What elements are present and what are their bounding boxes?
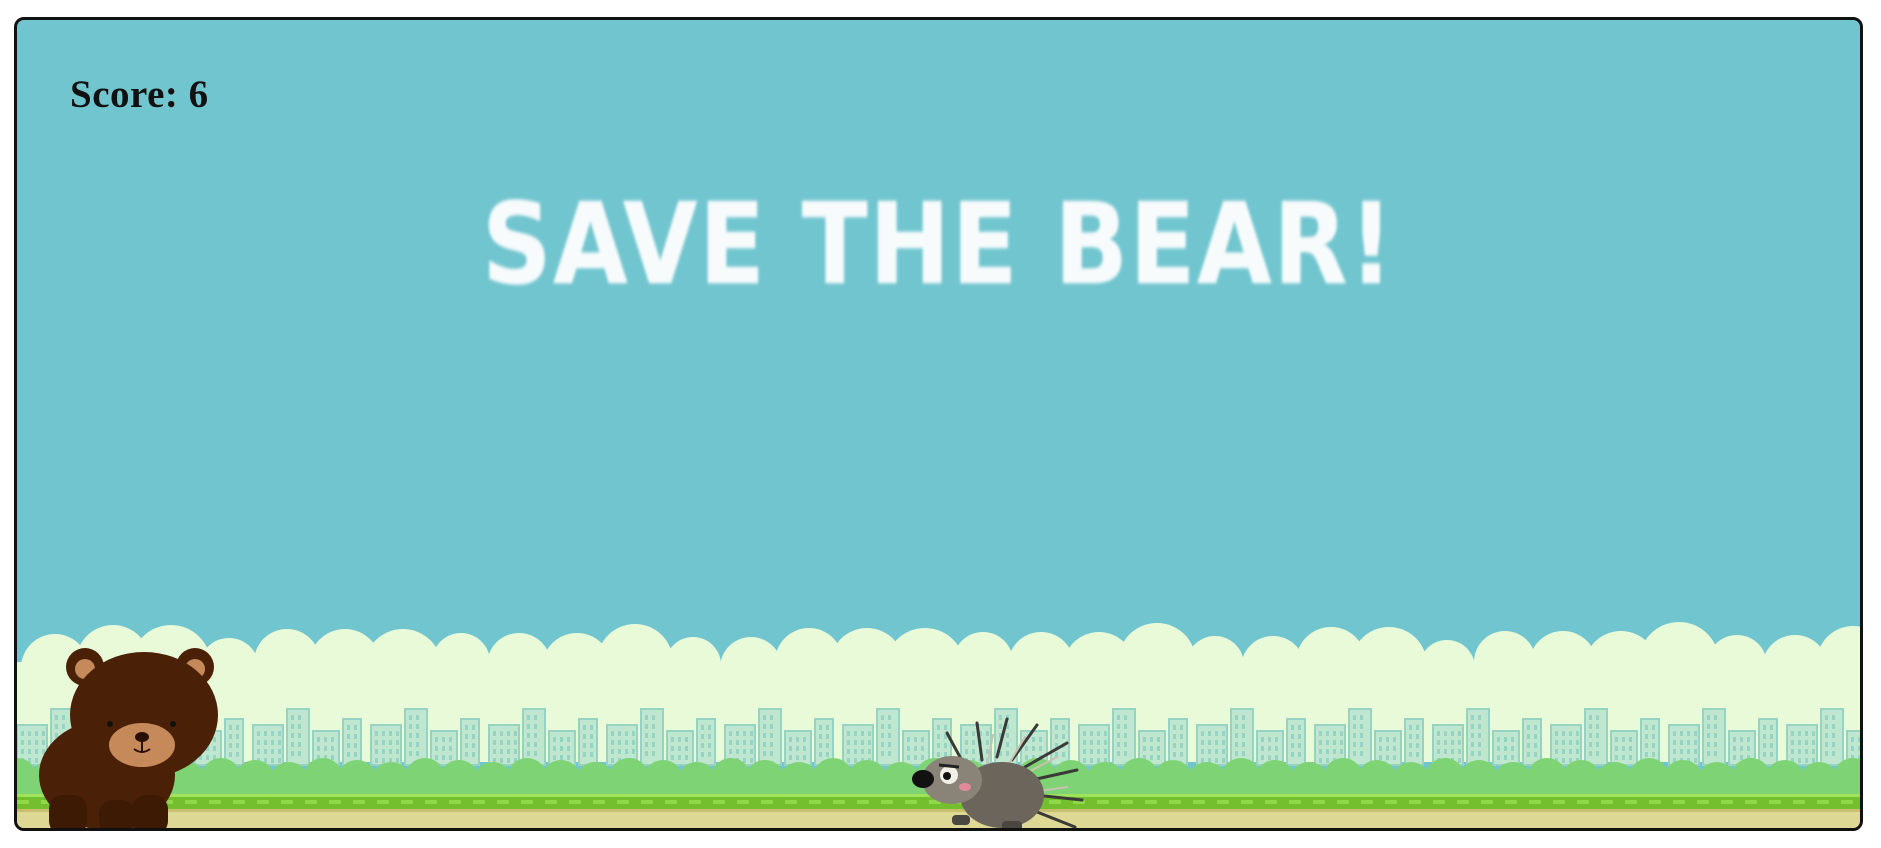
bear-icon[interactable]: [27, 645, 227, 831]
game-title: SAVE THE BEAR!: [482, 180, 1395, 310]
porcupine-icon[interactable]: [907, 715, 1092, 831]
game-canvas[interactable]: Score: 6 SAVE THE BEAR!: [14, 17, 1863, 831]
score-display: Score: 6: [70, 73, 209, 116]
